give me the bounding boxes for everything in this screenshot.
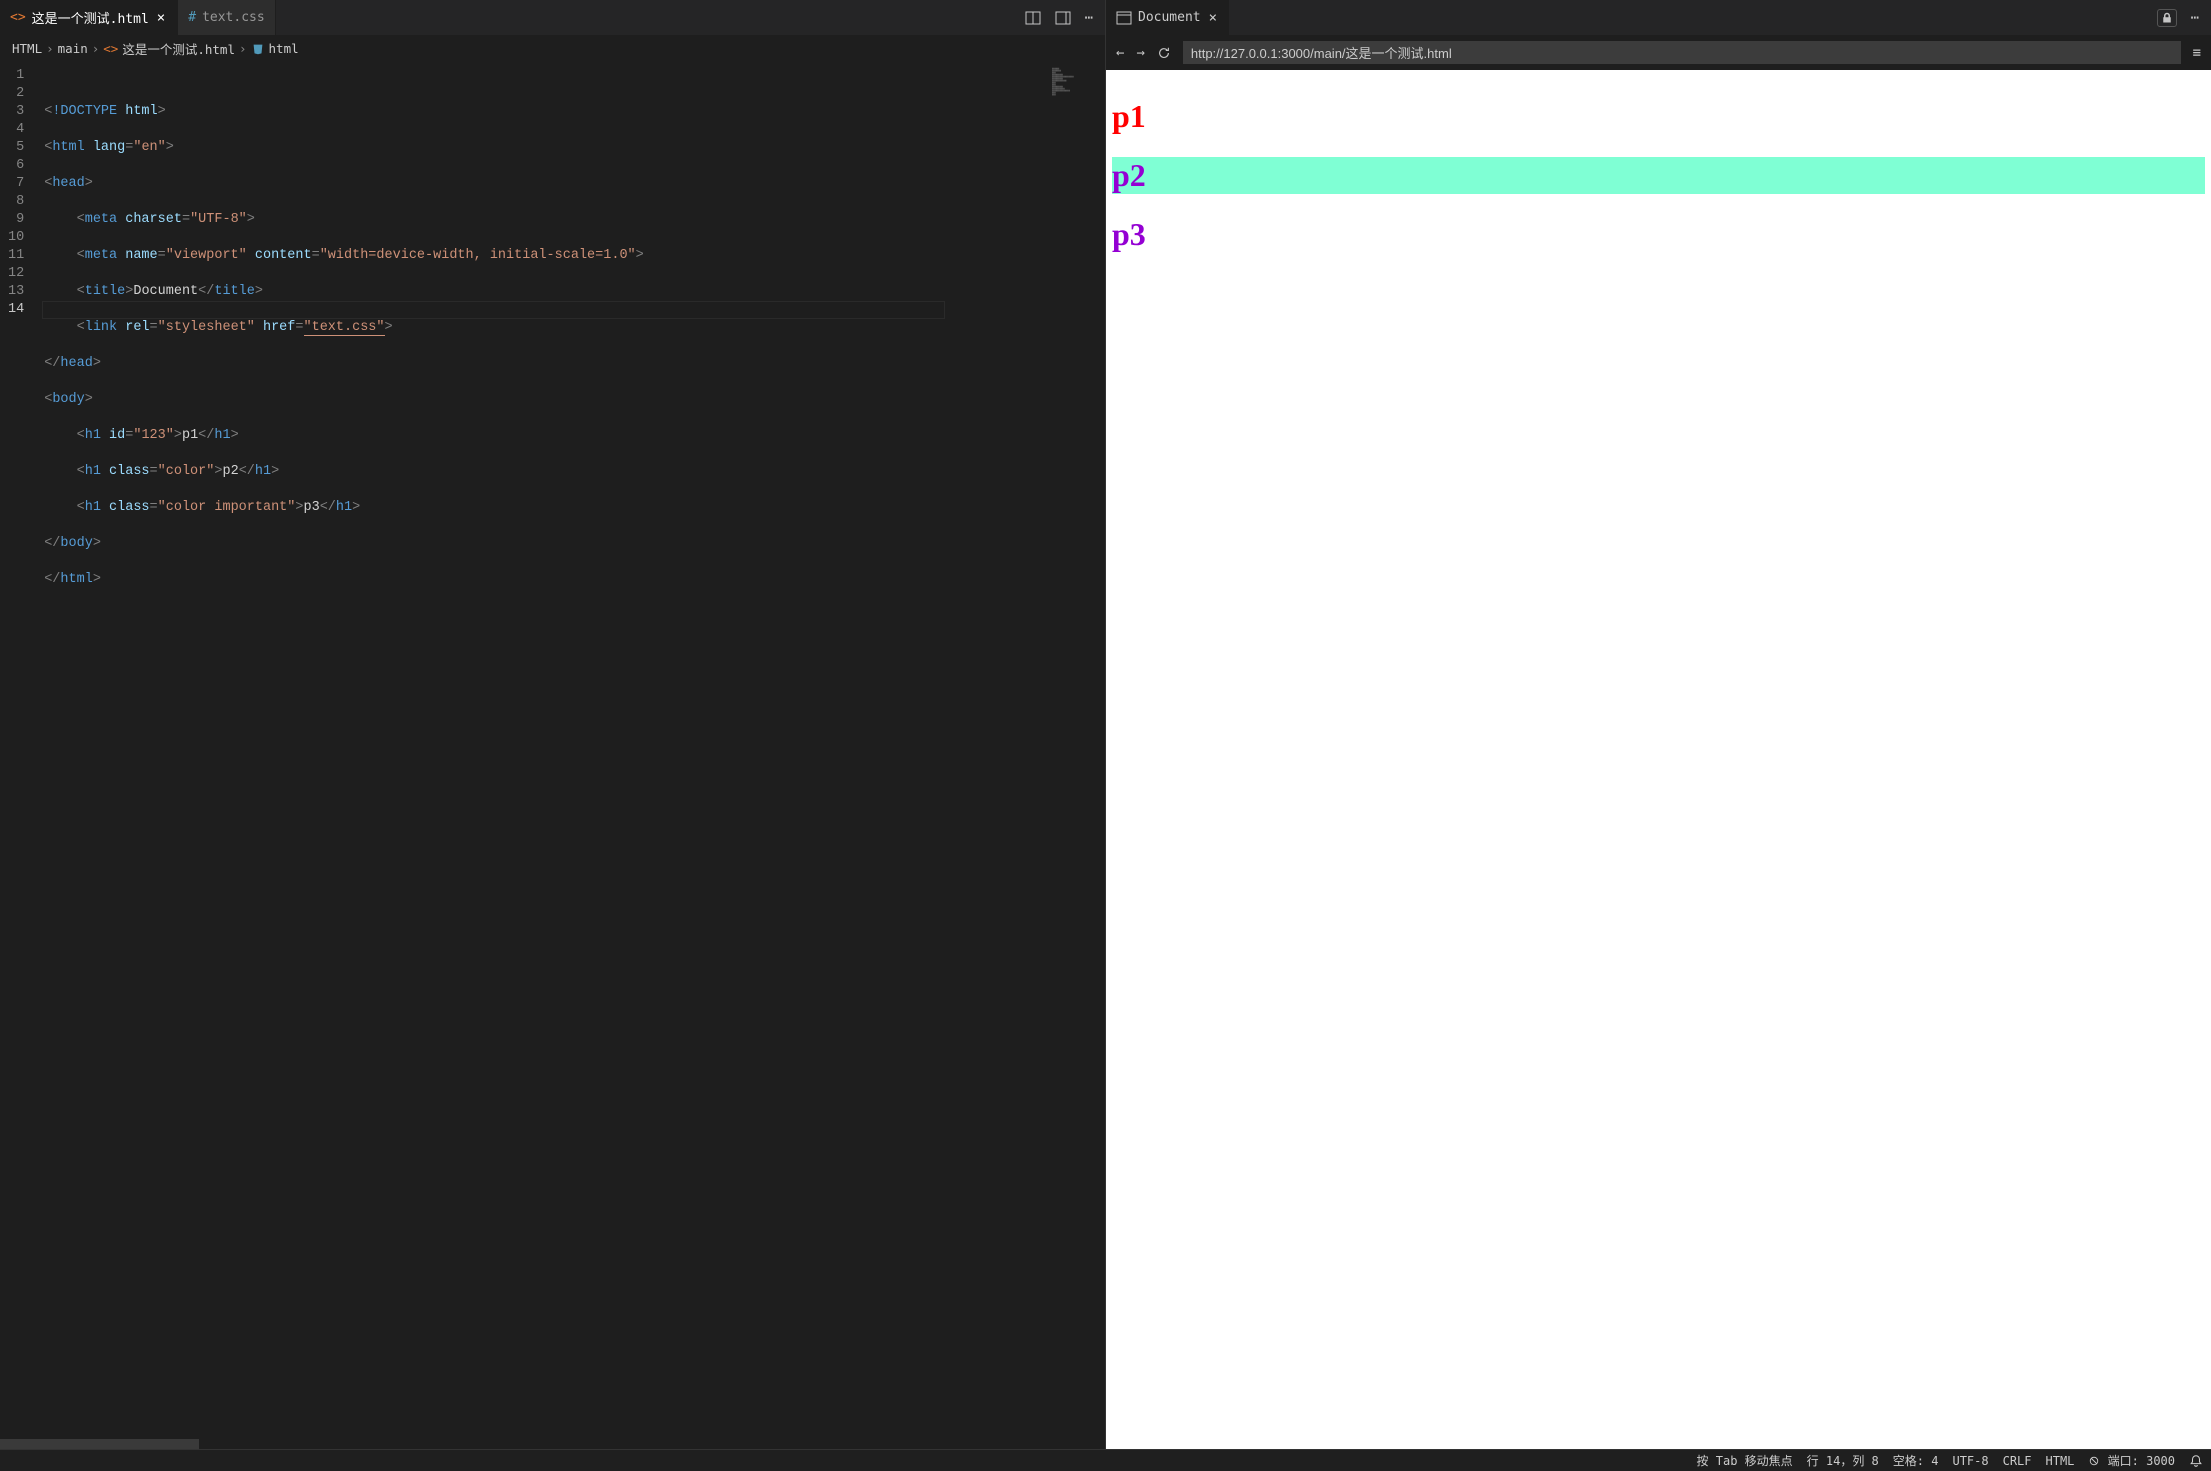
forward-icon[interactable]: →	[1136, 45, 1144, 61]
editor-pane: <> 这是一个测试.html × # text.css ⋯ HTML › m	[0, 0, 1105, 1449]
more-actions-icon[interactable]: ⋯	[1085, 10, 1093, 26]
code-editor[interactable]: 1 2 3 4 5 6 7 8 9 10 11 12 13 14 <!DOCTY…	[0, 63, 1105, 1439]
lock-icon[interactable]	[2157, 9, 2177, 27]
html-file-icon: <>	[103, 41, 118, 56]
editor-tab-bar: <> 这是一个测试.html × # text.css ⋯	[0, 0, 1105, 35]
code-content[interactable]: <!DOCTYPE html> <html lang="en"> <head> …	[42, 63, 1045, 1439]
status-eol[interactable]: CRLF	[2003, 1454, 2032, 1468]
status-encoding[interactable]: UTF-8	[1952, 1454, 1988, 1468]
browser-toolbar: ← → ≡	[1106, 35, 2211, 70]
toggle-layout-icon[interactable]	[1055, 10, 1071, 26]
preview-heading-p1: p1	[1112, 98, 2205, 135]
split-editor-icon[interactable]	[1025, 10, 1041, 26]
more-actions-icon[interactable]: ⋯	[2191, 10, 2199, 26]
preview-tab-bar: Document × ⋯	[1106, 0, 2211, 35]
chevron-right-icon: ›	[92, 41, 100, 56]
horizontal-scrollbar[interactable]	[0, 1439, 1105, 1449]
preview-heading-p3: p3	[1112, 216, 2205, 253]
breadcrumb-part[interactable]: 这是一个测试.html	[122, 39, 235, 58]
breadcrumb-part[interactable]: HTML	[12, 41, 42, 56]
current-line-highlight	[42, 301, 945, 319]
scrollbar-thumb[interactable]	[0, 1439, 199, 1449]
tab-label: 这是一个测试.html	[32, 8, 149, 27]
preview-tab[interactable]: Document ×	[1106, 0, 1229, 35]
breadcrumb-part[interactable]: html	[269, 41, 299, 56]
close-icon[interactable]: ×	[1207, 10, 1219, 26]
close-icon[interactable]: ×	[155, 10, 167, 26]
preview-viewport[interactable]: p1 p2 p3	[1106, 70, 2211, 1449]
tab-file-css[interactable]: # text.css	[178, 0, 275, 35]
minimap-content: ████████████████████████████████████████…	[1052, 69, 1099, 97]
status-cursor-position[interactable]: 行 14，列 8	[1807, 1452, 1879, 1469]
status-language[interactable]: HTML	[2046, 1454, 2075, 1468]
reload-icon[interactable]	[1157, 46, 1171, 60]
notifications-icon[interactable]	[2189, 1454, 2203, 1468]
chevron-right-icon: ›	[239, 41, 247, 56]
preview-icon	[1116, 10, 1132, 26]
main-area: <> 这是一个测试.html × # text.css ⋯ HTML › m	[0, 0, 2211, 1449]
url-input[interactable]	[1183, 41, 2181, 64]
line-number-gutter: 1 2 3 4 5 6 7 8 9 10 11 12 13 14	[0, 63, 42, 1439]
status-port[interactable]: 端口: 3000	[2088, 1452, 2175, 1469]
status-tab-hint[interactable]: 按 Tab 移动焦点	[1697, 1452, 1793, 1469]
chevron-right-icon: ›	[46, 41, 54, 56]
tab-label: text.css	[202, 10, 265, 25]
minimap[interactable]: ████████████████████████████████████████…	[1045, 63, 1105, 1439]
preview-tab-label: Document	[1138, 10, 1201, 25]
css-file-icon: #	[188, 10, 196, 25]
back-icon[interactable]: ←	[1116, 45, 1124, 61]
breadcrumb[interactable]: HTML › main › <> 这是一个测试.html › html	[0, 35, 1105, 63]
editor-tab-actions: ⋯	[1025, 0, 1105, 35]
preview-pane: Document × ⋯ ← → ≡ p1 p2 p3	[1105, 0, 2211, 1449]
preview-heading-p2: p2	[1112, 157, 2205, 194]
status-indent[interactable]: 空格: 4	[1893, 1452, 1939, 1469]
tab-file-html[interactable]: <> 这是一个测试.html ×	[0, 0, 178, 35]
breadcrumb-part[interactable]: main	[58, 41, 88, 56]
status-bar: 按 Tab 移动焦点 行 14，列 8 空格: 4 UTF-8 CRLF HTM…	[0, 1449, 2211, 1471]
preview-tab-actions: ⋯	[2157, 0, 2211, 35]
element-icon	[251, 42, 265, 56]
hamburger-icon[interactable]: ≡	[2193, 45, 2201, 61]
html-file-icon: <>	[10, 10, 26, 25]
